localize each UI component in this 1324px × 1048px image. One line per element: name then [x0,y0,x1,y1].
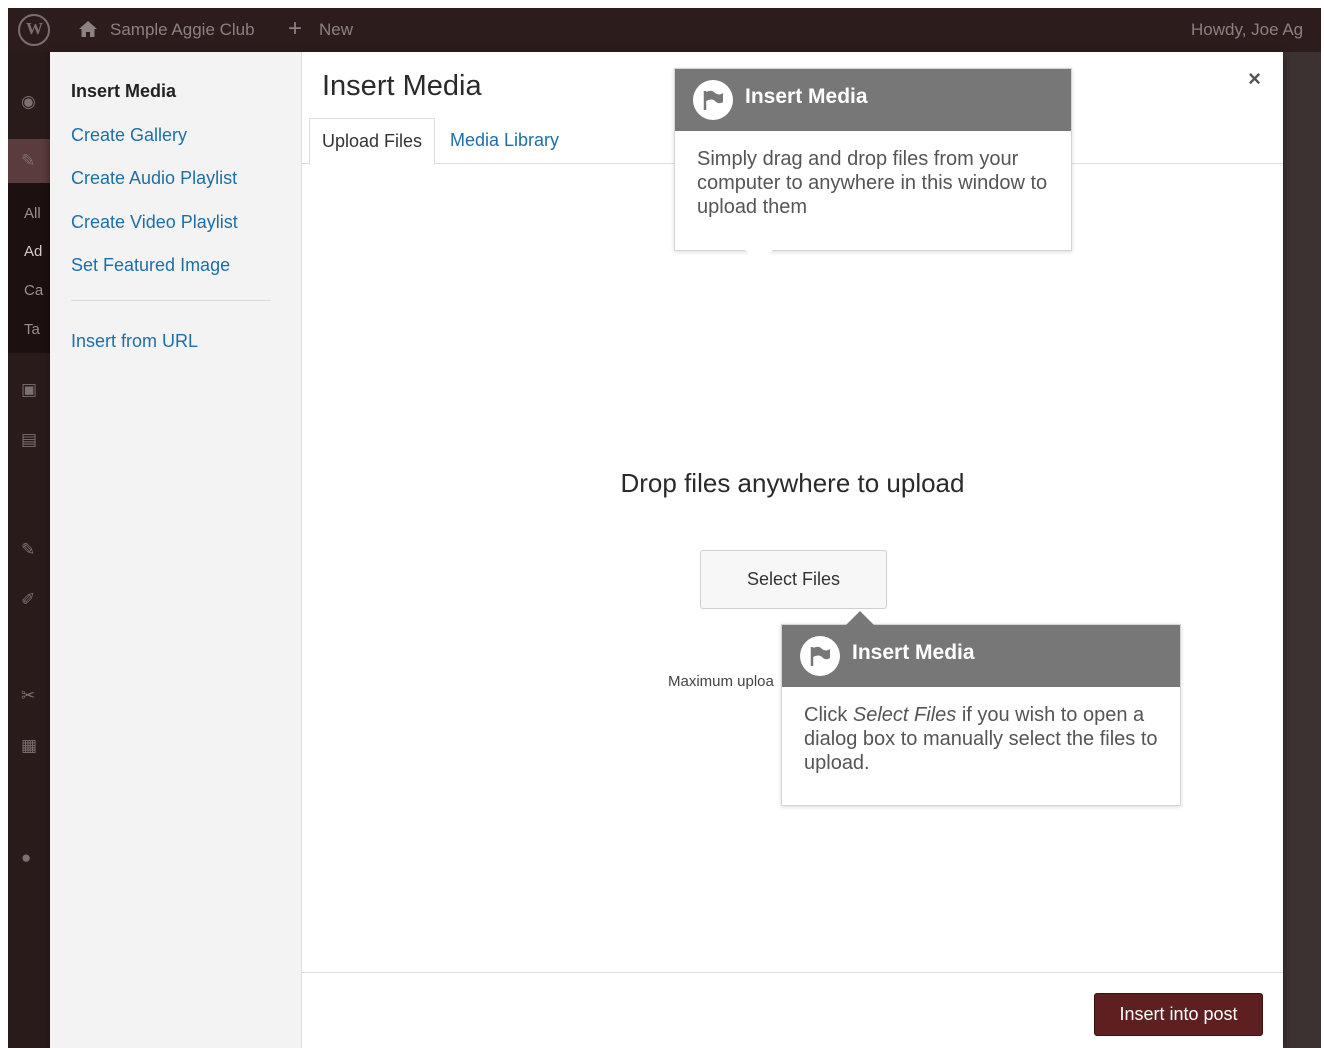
tools-icon[interactable]: ✂ [21,686,41,706]
pages-icon[interactable]: ▤ [21,430,41,450]
submenu-item-add[interactable]: Ad [24,243,42,260]
pointer-drag-drop: Insert Media Simply drag and drop files … [674,68,1072,263]
max-upload-size-text: Maximum uploa [668,673,774,690]
howdy-account-link[interactable]: Howdy, Joe Ag [1191,20,1321,40]
pointer-select-files: Insert Media Click Select Files if you w… [781,611,1181,806]
pointer-body: Simply drag and drop files from your com… [697,148,1048,218]
submenu-item-tags[interactable]: Ta [24,321,40,338]
insert-into-post-button[interactable]: Insert into post [1094,993,1263,1036]
admin-bar: Sample Aggie Club + New Howdy, Joe Ag [8,8,1321,52]
pointer-body: Click Select Files if you wish to open a… [782,687,1180,791]
media-modal: Insert Media Create Gallery Create Audio… [50,52,1283,1048]
dashboard-icon[interactable]: ◉ [21,92,41,112]
submenu-item-categories[interactable]: Ca [24,282,43,299]
new-content-link[interactable]: New [319,20,353,40]
pointer-arrow [745,250,773,263]
collapse-menu-icon[interactable]: ● [21,848,41,868]
menu-item-create-video-playlist[interactable]: Create Video Playlist [71,212,238,233]
submenu-item-all[interactable]: All [24,205,41,222]
modal-title: Insert Media [322,70,482,102]
home-icon[interactable] [78,20,98,38]
close-icon[interactable]: × [1248,66,1261,92]
pointer-body-emphasis: Select Files [852,704,957,726]
posts-submenu: All Ad Ca Ta [8,183,50,353]
drop-instructions: Drop files anywhere to upload [620,468,965,498]
menu-separator [71,300,271,301]
posts-menu-active[interactable]: ✎ [8,139,50,183]
plugins-icon[interactable]: ✐ [21,590,41,610]
pointer-header: Insert Media [782,625,1180,687]
wordpress-logo-icon[interactable] [18,14,50,46]
media-icon[interactable]: ▣ [21,380,41,400]
tab-upload-files[interactable]: Upload Files [309,118,436,165]
pointer-arrow [846,611,874,625]
site-name-link[interactable]: Sample Aggie Club [110,20,255,40]
flag-icon [693,80,733,120]
pointer-title: Insert Media [852,641,975,664]
admin-side-menu: ◉ ✎ All Ad Ca Ta ▣ ▤ ✎ ✐ ✂ ▦ ● [8,52,50,1048]
settings-icon[interactable]: ▦ [21,736,41,756]
menu-item-set-featured-image[interactable]: Set Featured Image [71,255,230,276]
plus-icon[interactable]: + [288,17,302,41]
menu-item-insert-media[interactable]: Insert Media [71,81,176,102]
menu-item-insert-from-url[interactable]: Insert from URL [71,331,198,352]
pointer-body-pre: Click [804,704,853,726]
menu-item-create-audio-playlist[interactable]: Create Audio Playlist [71,168,237,189]
flag-icon [800,636,840,676]
tab-media-library[interactable]: Media Library [438,118,571,165]
media-menu: Insert Media Create Gallery Create Audio… [50,52,302,1048]
select-files-button[interactable]: Select Files [700,550,887,609]
pointer-title: Insert Media [745,85,868,108]
menu-item-create-gallery[interactable]: Create Gallery [71,125,187,146]
pointer-header: Insert Media [675,69,1071,131]
background-overlay [1283,52,1321,1048]
screen-frame: Sample Aggie Club + New Howdy, Joe Ag ◉ … [8,8,1321,1048]
appearance-icon[interactable]: ✎ [21,540,41,560]
pin-icon: ✎ [21,151,36,170]
